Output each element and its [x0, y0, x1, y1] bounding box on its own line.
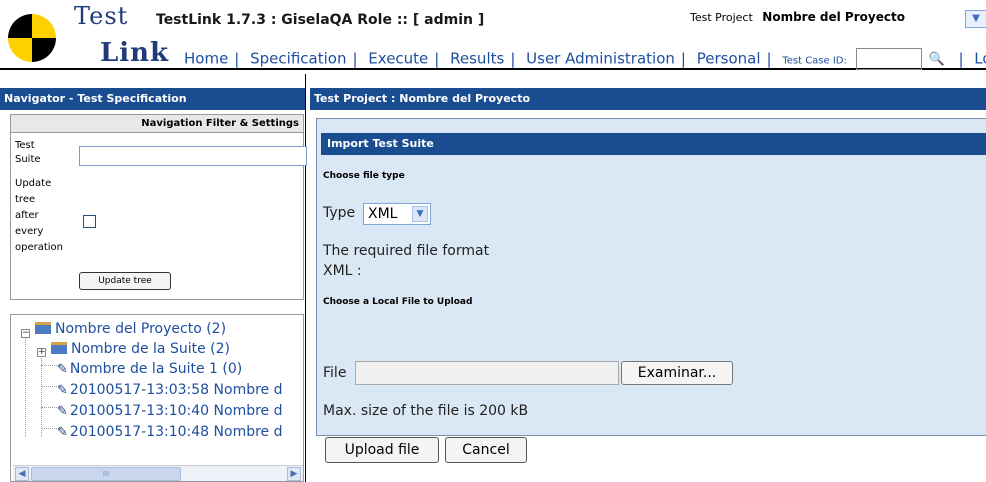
tree-node-suite[interactable]: Nombre de la Suite (2): [51, 341, 230, 357]
file-type-select[interactable]: XML ▼: [363, 203, 431, 225]
test-project-name: Nombre del Proyecto: [762, 10, 905, 24]
menu-execute[interactable]: Execute: [368, 50, 428, 68]
test-suite-label-line1: Test: [15, 140, 35, 151]
tree-guide-line: [41, 355, 42, 437]
tree-node-label: 20100517-13:03:58 Nombre d: [69, 382, 283, 398]
testcase-icon: ✎: [57, 362, 68, 377]
collapse-toggle-icon[interactable]: −: [21, 329, 30, 338]
tree-node-label: Nombre de la Suite 1 (0): [69, 361, 243, 377]
import-test-suite-panel: Import Test Suite Choose file type Type …: [316, 118, 986, 463]
menu-separator: |: [234, 49, 240, 68]
menu-logout[interactable]: Logout: [974, 50, 986, 68]
file-label: File: [323, 365, 347, 381]
menu-separator: |: [352, 49, 358, 68]
app-title: TestLink 1.7.3 : GiselaQA Role :: [ admi…: [156, 12, 485, 28]
tree-node-label: Nombre de la Suite (2): [71, 341, 230, 357]
choose-local-file-heading: Choose a Local File to Upload: [323, 297, 473, 307]
testcase-icon: ✎: [57, 425, 68, 440]
test-spec-tree: − Nombre del Proyecto (2) + Nombre de la…: [10, 314, 304, 482]
file-type-value: XML: [368, 206, 398, 222]
tree-guide-line: [25, 337, 26, 437]
menu-specification[interactable]: Specification: [250, 50, 346, 68]
menu-bar: Home | Specification | Execute | Results | U…: [0, 38, 986, 70]
tree-node-label: 20100517-13:10:48 Nombre d: [69, 424, 283, 440]
project-icon: [35, 322, 51, 334]
tree-node-suite-1[interactable]: ✎ Nombre de la Suite 1 (0): [57, 361, 242, 377]
update-tree-label-line4: every: [15, 226, 44, 237]
test-suite-label-line2: Suite: [15, 154, 41, 165]
navigator-frame: Navigator - Test Specification Navigatio…: [0, 74, 307, 482]
choose-file-type-heading: Choose file type: [323, 171, 405, 181]
menu-home[interactable]: Home: [184, 50, 228, 68]
menu-user-administration[interactable]: User Administration: [526, 50, 675, 68]
required-format-value: XML :: [323, 263, 362, 279]
scroll-right-icon[interactable]: ▶: [287, 467, 301, 481]
panel-title: Import Test Suite: [321, 133, 986, 155]
workframe: Test Project : Nombre del Proyecto Impor…: [310, 88, 986, 482]
menu-separator: |: [434, 49, 440, 68]
update-tree-label-line2: tree: [15, 194, 36, 205]
test-suite-input[interactable]: [79, 146, 307, 166]
max-file-size-text: Max. size of the file is 200 kB: [323, 403, 529, 419]
update-tree-button[interactable]: Update tree: [79, 272, 171, 290]
required-format-text: The required file format: [323, 243, 490, 259]
type-label: Type: [323, 205, 356, 221]
tree-node-testcase[interactable]: ✎ 20100517-13:10:40 Nombre d: [57, 403, 283, 419]
test-case-id-input[interactable]: [855, 48, 922, 70]
scrollbar-thumb[interactable]: III: [31, 467, 181, 481]
expand-toggle-icon[interactable]: +: [37, 348, 46, 357]
navigation-filter-title: Navigation Filter & Settings: [11, 115, 303, 133]
tree-node-project[interactable]: Nombre del Proyecto (2): [35, 321, 226, 337]
logo-word-test: Test: [74, 2, 129, 30]
scrollbar-grip: III: [102, 470, 110, 478]
cancel-button[interactable]: Cancel: [445, 437, 527, 463]
test-project-label: Test Project: [690, 11, 753, 24]
tree-node-label: 20100517-13:10:40 Nombre d: [69, 403, 283, 419]
browse-button[interactable]: Examinar...: [621, 361, 733, 385]
menu-separator: |: [766, 49, 772, 68]
tree-node-testcase[interactable]: ✎ 20100517-13:03:58 Nombre d: [57, 382, 283, 398]
main-menu: Home | Specification | Execute | Results | U…: [184, 48, 986, 70]
tree-node-testcase[interactable]: ✎ 20100517-13:10:48 Nombre d: [57, 424, 283, 440]
update-tree-label-line3: after: [15, 210, 39, 221]
menu-separator: |: [958, 49, 964, 68]
testcase-icon: ✎: [57, 383, 68, 398]
test-project-area: Test Project Nombre del Proyecto: [690, 10, 905, 24]
update-tree-label-line1: Update: [15, 178, 52, 189]
chevron-down-icon: ▼: [972, 13, 980, 24]
update-tree-checkbox[interactable]: [83, 215, 96, 228]
menu-separator: |: [680, 49, 686, 68]
test-case-id-label: Test Case ID:: [782, 55, 847, 67]
folder-icon: [51, 342, 67, 354]
navigation-filter-box: Navigation Filter & Settings Test Suite …: [10, 114, 307, 300]
search-icon[interactable]: 🔍: [928, 52, 950, 67]
navigator-title: Navigator - Test Specification: [0, 88, 305, 110]
scroll-left-icon[interactable]: ◀: [15, 467, 29, 481]
upload-file-button[interactable]: Upload file: [325, 437, 439, 463]
menu-separator: |: [510, 49, 516, 68]
test-project-dropdown[interactable]: ▼: [965, 10, 986, 28]
chevron-down-icon: ▼: [412, 206, 428, 222]
file-path-input[interactable]: [355, 361, 619, 385]
testcase-icon: ✎: [57, 404, 68, 419]
menu-results[interactable]: Results: [450, 50, 504, 68]
menu-personal[interactable]: Personal: [697, 50, 761, 68]
horizontal-scrollbar[interactable]: ◀ III ▶: [13, 465, 303, 481]
tree-node-label: Nombre del Proyecto (2): [55, 321, 227, 337]
workframe-title: Test Project : Nombre del Proyecto: [310, 88, 986, 110]
update-tree-label-line5: operation: [15, 242, 64, 253]
header: Test Link TestLink 1.7.3 : GiselaQA Role…: [0, 0, 986, 74]
